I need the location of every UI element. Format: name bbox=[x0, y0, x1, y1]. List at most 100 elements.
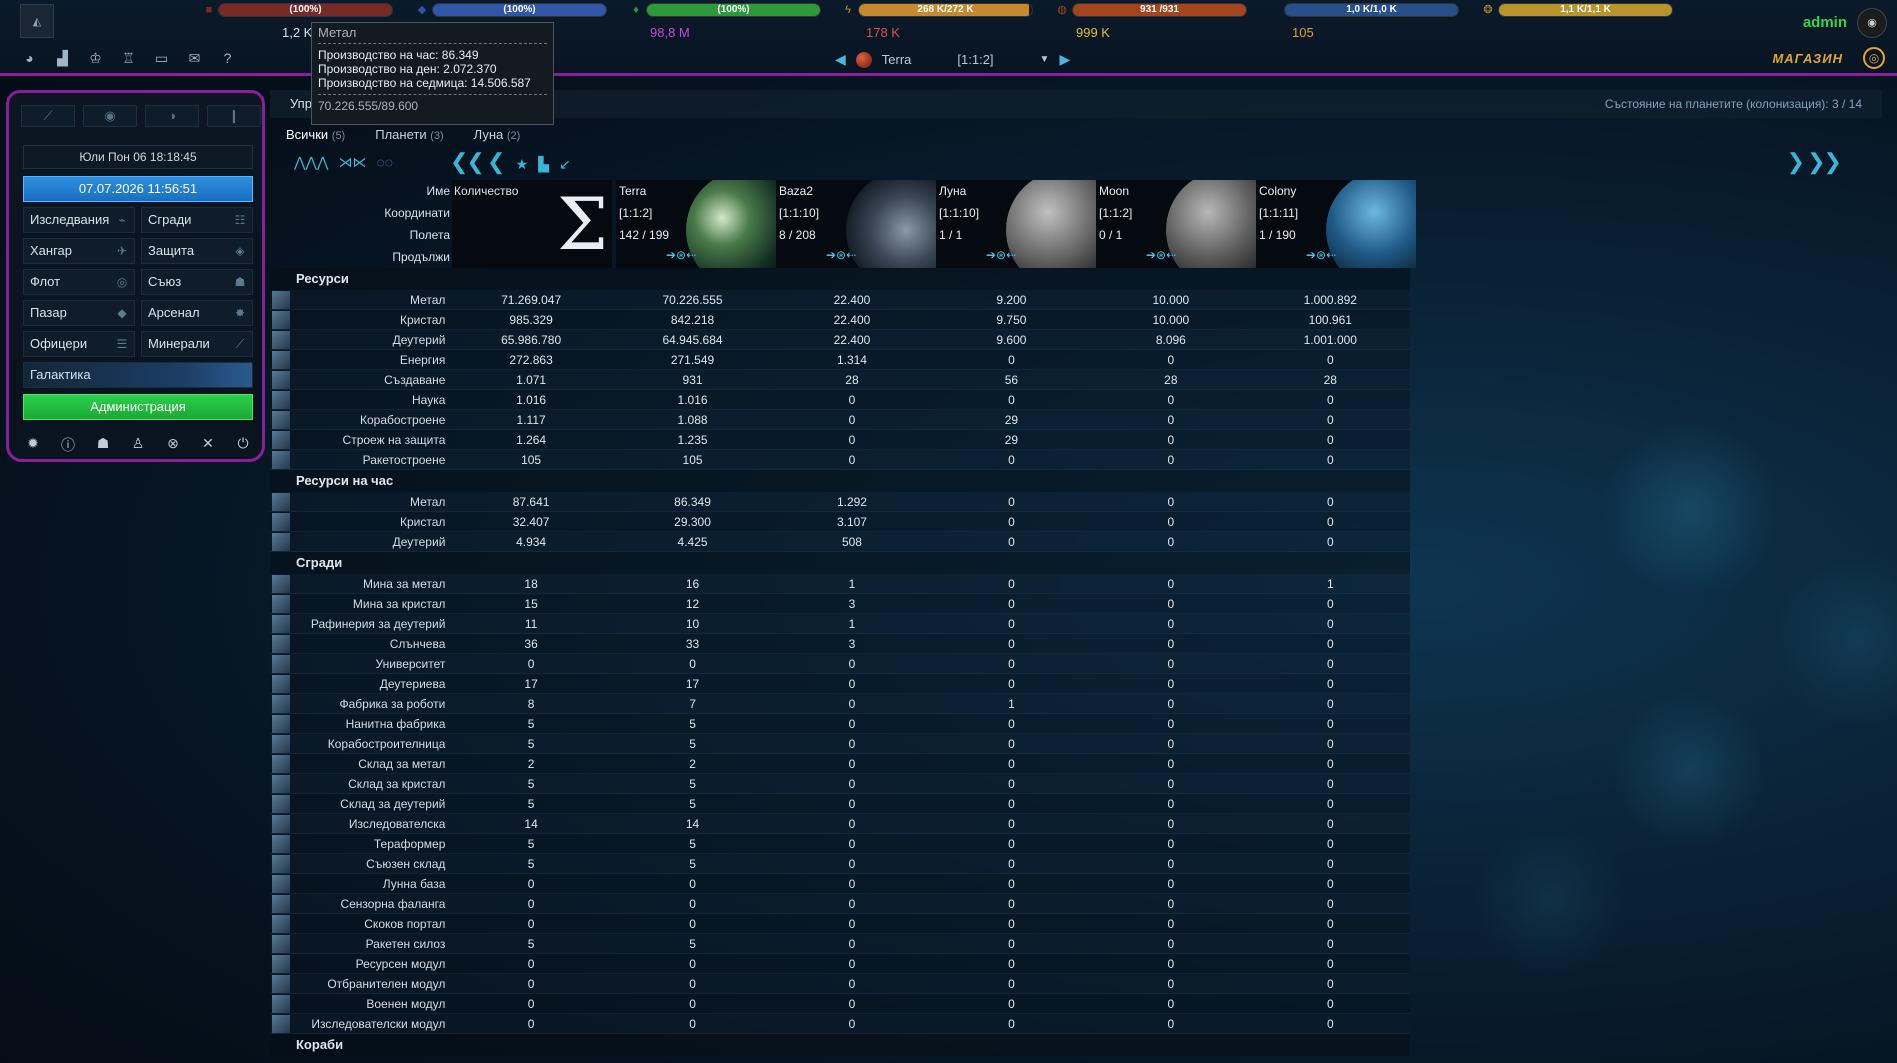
planet-coords[interactable]: [1:1:11] bbox=[1259, 202, 1298, 224]
item-name[interactable]: Склад за метал bbox=[292, 754, 449, 773]
planet-coords[interactable]: [1:1:10] bbox=[779, 202, 819, 224]
resource-bar[interactable]: (100%) bbox=[218, 3, 393, 17]
item-icon[interactable] bbox=[272, 955, 290, 973]
item-name[interactable]: Ресурсен модул bbox=[292, 954, 449, 973]
menu-fleet-button[interactable]: Флот ◎ bbox=[23, 269, 135, 295]
planet-column-baza2[interactable]: Baza2 [1:1:10] 8 / 208 ➔⊛⇠ bbox=[776, 180, 936, 268]
resource-bar[interactable]: 268 K/272 K bbox=[858, 3, 1033, 17]
resource-bar[interactable]: 1,1 K/1,1 K bbox=[1498, 3, 1673, 17]
avatar[interactable]: ◉ bbox=[1857, 8, 1887, 38]
support-icon[interactable]: ⊗ bbox=[163, 435, 183, 455]
planet-column-moon[interactable]: Moon [1:1:2] 0 / 1 ➔⊛⇠ bbox=[1096, 180, 1256, 268]
resource-bar[interactable]: 1,0 K/1,0 K bbox=[1284, 3, 1459, 17]
item-icon[interactable] bbox=[272, 493, 290, 511]
planet-actions-icon[interactable]: ➔⊛⇠ bbox=[1146, 248, 1176, 262]
item-icon[interactable] bbox=[272, 755, 290, 773]
item-name[interactable]: Мина за метал bbox=[292, 574, 449, 593]
item-name[interactable]: Деутериева bbox=[292, 674, 449, 693]
torch-icon[interactable]: ❙ bbox=[207, 105, 261, 127]
planet-name[interactable]: Moon bbox=[1099, 180, 1132, 202]
item-icon[interactable] bbox=[272, 835, 290, 853]
moon-icon[interactable]: ◑ bbox=[145, 105, 199, 127]
menu-buildings-button[interactable]: Сгради ☷ bbox=[141, 207, 253, 233]
building-icon[interactable]: ▙ bbox=[538, 156, 549, 172]
item-icon[interactable] bbox=[272, 291, 290, 309]
username[interactable]: admin bbox=[1803, 14, 1847, 31]
resource-bar[interactable]: (100%) bbox=[646, 3, 821, 17]
item-name[interactable]: Деутерий bbox=[292, 532, 449, 551]
planet-selector[interactable]: ◀ Terra [1:1:2] ▼ ▶ bbox=[835, 51, 1070, 68]
menu-minerals-button[interactable]: Минерали ⟋ bbox=[141, 331, 253, 357]
planet-coords[interactable]: [1:1:10] bbox=[939, 202, 979, 224]
item-icon[interactable] bbox=[272, 815, 290, 833]
item-icon[interactable] bbox=[272, 795, 290, 813]
next-page-icon[interactable]: ❯ bbox=[1787, 149, 1805, 174]
item-name[interactable]: Кристал bbox=[292, 512, 449, 531]
planet-coords[interactable]: [1:1:2] bbox=[1099, 202, 1132, 224]
item-name[interactable]: Тераформер bbox=[292, 834, 449, 853]
item-name[interactable]: Корабостроителница bbox=[292, 734, 449, 753]
item-icon[interactable] bbox=[272, 351, 290, 369]
item-icon[interactable] bbox=[272, 775, 290, 793]
empire-icon[interactable]: ♔ bbox=[86, 50, 105, 67]
planet-actions-icon[interactable]: ➔⊛⇠ bbox=[666, 248, 696, 262]
first-page-icon[interactable]: ❮❮ bbox=[450, 149, 485, 174]
tools-icon[interactable]: ✕ bbox=[198, 435, 218, 455]
item-name[interactable]: Сензорна фаланга bbox=[292, 894, 449, 913]
collapse-icon[interactable]: ↙ bbox=[559, 156, 571, 172]
planet-column-луна[interactable]: Луна [1:1:10] 1 / 1 ➔⊛⇠ bbox=[936, 180, 1096, 268]
shop-icon[interactable]: ◎ bbox=[1863, 47, 1885, 69]
item-name[interactable]: Лунна база bbox=[292, 874, 449, 893]
menu-hangar-button[interactable]: Хангар ✈ bbox=[23, 238, 135, 264]
planet-column-colony[interactable]: Colony [1:1:11] 1 / 190 ➔⊛⇠ bbox=[1256, 180, 1416, 268]
item-name[interactable]: Склад за деутерий bbox=[292, 794, 449, 813]
menu-arsenal-button[interactable]: Арсенал ✸ bbox=[141, 300, 253, 326]
tab-0[interactable]: Всички (5) bbox=[286, 127, 345, 142]
menu-research-button[interactable]: Изследвания ⌁ bbox=[23, 207, 135, 233]
help-icon[interactable]: ? bbox=[218, 50, 237, 67]
item-name[interactable]: Фабрика за роботи bbox=[292, 694, 449, 713]
menu-officers-button[interactable]: Офицери ☰ bbox=[23, 331, 135, 357]
resource-bar[interactable]: (100%) bbox=[432, 3, 607, 17]
favorite-icon[interactable]: ★ bbox=[516, 156, 528, 172]
item-icon[interactable] bbox=[272, 675, 290, 693]
galaxy-button[interactable]: Галактика bbox=[23, 362, 253, 388]
prev-planet-icon[interactable]: ◀ bbox=[835, 51, 846, 68]
item-icon[interactable] bbox=[272, 615, 290, 633]
chat-icon[interactable]: ▭ bbox=[152, 50, 171, 67]
item-name[interactable]: Съюзен склад bbox=[292, 854, 449, 873]
item-icon[interactable] bbox=[272, 513, 290, 531]
item-icon[interactable] bbox=[272, 895, 290, 913]
eye-icon[interactable]: ◉ bbox=[83, 105, 137, 127]
tab-2[interactable]: Луна (2) bbox=[474, 127, 521, 142]
planet-actions-icon[interactable]: ➔⊛⇠ bbox=[986, 248, 1016, 262]
planet-name[interactable]: Terra bbox=[619, 180, 669, 202]
item-icon[interactable] bbox=[272, 371, 290, 389]
transfer-icon[interactable]: ⋊⋉ bbox=[338, 154, 366, 171]
item-icon[interactable] bbox=[272, 855, 290, 873]
item-icon[interactable] bbox=[272, 431, 290, 449]
item-icon[interactable] bbox=[272, 875, 290, 893]
item-name[interactable]: Ракетостроене bbox=[292, 450, 449, 469]
item-icon[interactable] bbox=[272, 311, 290, 329]
planet-actions-icon[interactable]: ➔⊛⇠ bbox=[1306, 248, 1336, 262]
last-page-icon[interactable]: ❯❯ bbox=[1807, 149, 1842, 174]
next-planet-icon[interactable]: ▶ bbox=[1059, 51, 1070, 68]
menu-defense-button[interactable]: Защита ◈ bbox=[141, 238, 253, 264]
item-icon[interactable] bbox=[272, 331, 290, 349]
resource-bar[interactable]: 931 /931 bbox=[1072, 3, 1247, 17]
menu-market-button[interactable]: Пазар ◆ bbox=[23, 300, 135, 326]
sword-icon[interactable]: ⟋ bbox=[21, 105, 75, 127]
item-icon[interactable] bbox=[272, 575, 290, 593]
item-name[interactable]: Метал bbox=[292, 290, 449, 309]
item-icon[interactable] bbox=[272, 935, 290, 953]
item-name[interactable]: Ракетен силоз bbox=[292, 934, 449, 953]
item-name[interactable]: Наука bbox=[292, 390, 449, 409]
item-name[interactable]: Университет bbox=[292, 654, 449, 673]
item-name[interactable]: Скоков портал bbox=[292, 914, 449, 933]
item-name[interactable]: Създаване bbox=[292, 370, 449, 389]
item-icon[interactable] bbox=[272, 735, 290, 753]
planet-coords[interactable]: [1:1:2] bbox=[619, 202, 669, 224]
item-icon[interactable] bbox=[272, 411, 290, 429]
item-icon[interactable] bbox=[272, 635, 290, 653]
